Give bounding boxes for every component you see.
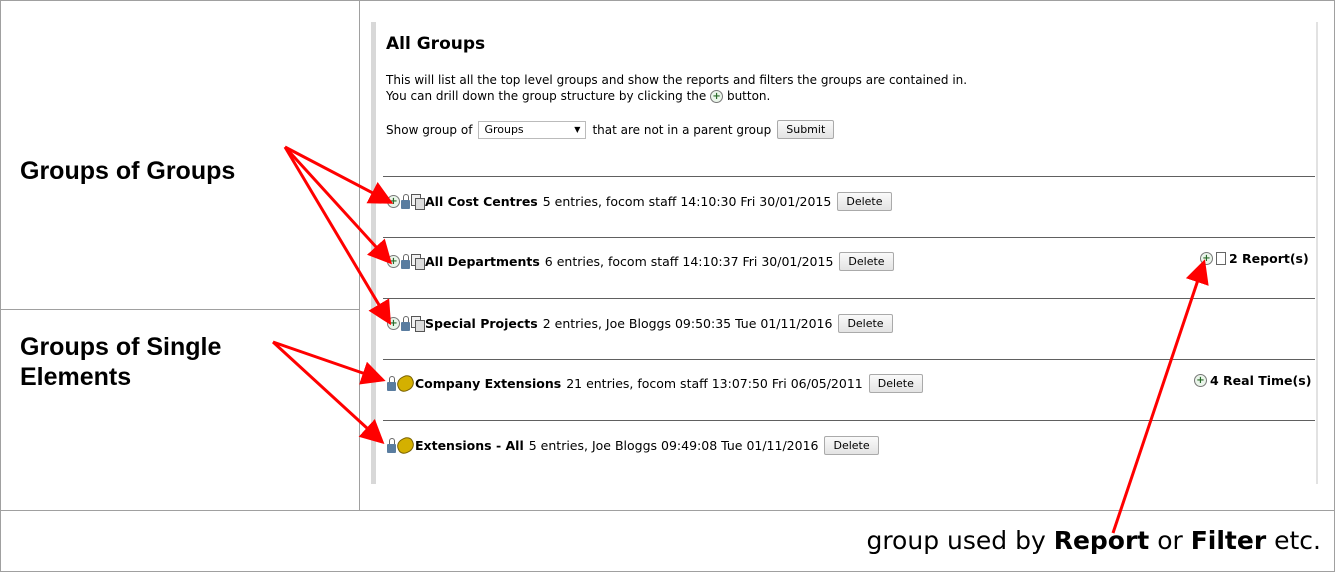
annotation-arrows <box>271 145 1209 534</box>
arrow <box>272 340 386 385</box>
arrow <box>283 145 393 265</box>
arrow <box>271 340 385 445</box>
arrow <box>1111 259 1209 534</box>
